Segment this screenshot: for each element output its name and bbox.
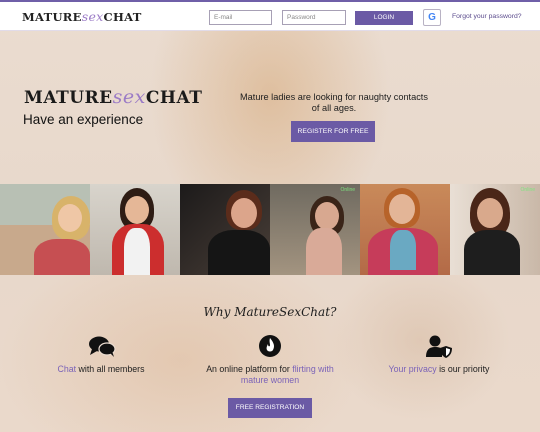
member-photo-strip: Online Online [0,184,540,275]
feature-privacy-post: is our priority [436,364,490,374]
hero-tagline: Have an experience [23,112,144,127]
logo-text-mature: MATURE [22,10,82,24]
flame-icon [259,335,281,357]
email-input[interactable]: E-mail [209,10,272,25]
top-bar: MATUREsexCHAT E-mail Password LOGIN G Fo… [0,0,540,31]
feature-privacy-highlight: Your privacy [388,364,437,374]
feature-privacy: Your privacy is our priority [381,364,497,375]
header-logo[interactable]: MATUREsexCHAT [22,9,142,24]
google-login-button[interactable]: G [423,9,441,26]
photo-face [477,198,503,228]
feature-chat-highlight: Chat [57,364,77,374]
online-badge: Online [520,187,535,193]
photo-face [231,198,257,228]
hero-logo-mature: MATURE [24,88,113,108]
photo-face [315,202,339,230]
feature-flirting: An online platform for flirting with mat… [202,364,338,386]
photo-body [208,230,270,275]
register-button[interactable]: REGISTER FOR FREE [291,121,375,142]
login-button[interactable]: LOGIN [355,11,413,25]
forgot-password-link[interactable]: Forgot your password? [452,13,522,20]
photo-body [464,230,520,275]
chat-bubbles-icon [89,336,116,357]
member-photo[interactable]: Online [450,184,540,275]
photo-scarf [390,230,416,270]
photo-face [389,194,415,224]
member-photo[interactable] [0,184,90,275]
photo-body [34,239,90,275]
password-input[interactable]: Password [282,10,346,25]
why-title: Why MatureSexChat? [203,305,337,319]
photo-shirt [124,228,150,275]
hero-logo-sex: sex [112,86,146,108]
feature-chat-post: with all members [76,364,145,374]
photo-body [306,228,342,275]
logo-text-chat: CHAT [103,10,142,24]
member-photo[interactable] [360,184,450,275]
feature-chat: Chat with all members [48,364,154,375]
online-badge: Online [340,187,355,193]
hero-logo: MATUREsexCHAT [24,86,202,108]
member-photo[interactable]: Online [270,184,360,275]
photo-face [125,196,149,224]
hero-description: Mature ladies are looking for naughty co… [240,92,428,113]
member-photo[interactable] [180,184,270,275]
google-icon: G [428,12,436,23]
hero-logo-chat: CHAT [145,88,203,108]
photo-face [58,204,82,232]
free-registration-button[interactable]: FREE REGISTRATION [228,398,312,418]
feature-flirting-pre: An online platform for [206,364,293,374]
member-photo[interactable] [90,184,180,275]
logo-text-sex: sex [81,9,104,24]
user-shield-icon [426,335,452,358]
